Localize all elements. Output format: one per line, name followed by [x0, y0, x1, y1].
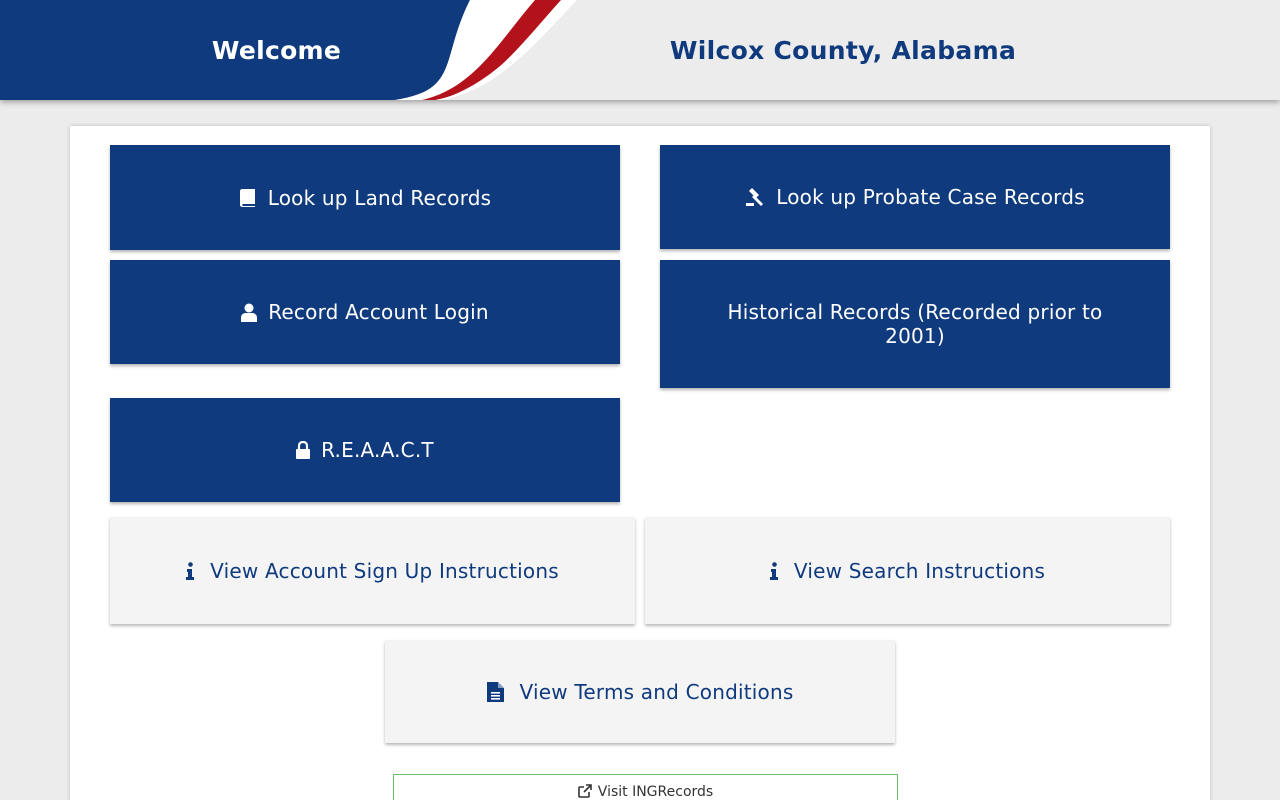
site-header: Welcome Wilcox County, Alabama	[0, 0, 1280, 100]
terms-conditions-button[interactable]: View Terms and Conditions	[385, 640, 895, 743]
county-title: Wilcox County, Alabama	[669, 35, 1017, 65]
search-instructions-button[interactable]: View Search Instructions	[645, 517, 1170, 624]
lock-icon	[296, 441, 311, 459]
probate-records-label: Look up Probate Case Records	[776, 185, 1085, 209]
probate-records-button[interactable]: Look up Probate Case Records	[660, 145, 1170, 249]
terms-conditions-label: View Terms and Conditions	[519, 679, 794, 704]
record-account-login-button[interactable]: Record Account Login	[110, 260, 620, 364]
historical-records-button[interactable]: Historical Records (Recorded prior to 20…	[660, 260, 1170, 388]
book-icon	[239, 188, 257, 208]
reaact-button[interactable]: R.E.A.A.C.T	[110, 398, 620, 502]
user-icon	[241, 303, 258, 322]
signup-instructions-label: View Account Sign Up Instructions	[210, 558, 559, 583]
land-records-label: Look up Land Records	[267, 185, 492, 210]
external-link-icon	[577, 784, 592, 798]
info-icon	[769, 561, 778, 580]
reaact-label: R.E.A.A.C.T	[321, 438, 434, 462]
visit-ingrecords-button[interactable]: Visit INGRecords	[393, 774, 898, 800]
gavel-icon	[745, 187, 765, 207]
historical-records-label: Historical Records (Recorded prior to 20…	[727, 300, 1103, 348]
land-records-button[interactable]: Look up Land Records	[110, 145, 620, 250]
search-instructions-label: View Search Instructions	[793, 558, 1046, 583]
document-icon	[486, 681, 504, 702]
main-card: Look up Land Records Look up Probate Cas…	[70, 126, 1210, 800]
signup-instructions-button[interactable]: View Account Sign Up Instructions	[110, 517, 635, 624]
visit-ingrecords-label: Visit INGRecords	[597, 784, 714, 800]
info-icon	[186, 561, 195, 580]
welcome-heading: Welcome	[211, 35, 342, 65]
record-account-login-label: Record Account Login	[268, 300, 489, 324]
